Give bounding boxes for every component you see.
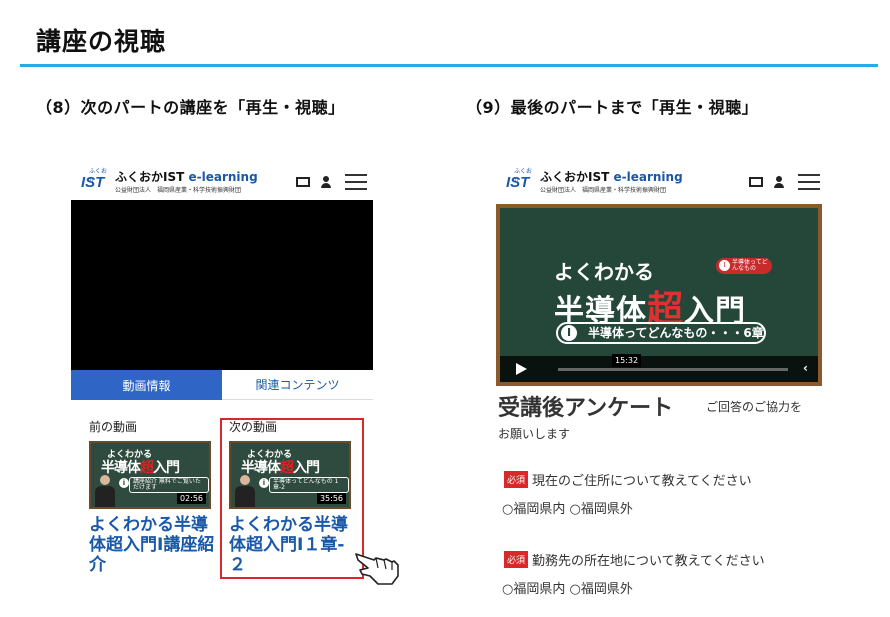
logo-ist-text: IST — [81, 174, 105, 191]
site-logo[interactable]: ふくおか IST ふくおかIST e-learning 公益財団法人 福岡県産業… — [81, 166, 258, 196]
tab-related-content[interactable]: 関連コンテンツ — [222, 370, 373, 400]
slide-title: 講座の視聴 — [36, 27, 167, 56]
next-video-highlight-box — [220, 418, 364, 579]
site-header: ふくおか IST ふくおかIST e-learning 公益財団法人 福岡県産業… — [71, 160, 373, 200]
chapter-number-icon: Ⅰ — [561, 325, 577, 341]
question-text: 勤務先の所在地について教えてください — [532, 554, 765, 569]
radio-options[interactable]: ○福岡県内 ○福岡県外 — [502, 578, 633, 597]
required-badge: 必須 — [504, 471, 529, 488]
survey-note-cont: お願いします — [498, 427, 571, 441]
chapter-banner: Ⅰ 半導体ってどんなもの・・・6章 — [556, 322, 766, 344]
prev-video-thumbnail[interactable]: よくわかる 半導体超入門 i 講座紹介 無料でご覧いただけます 02:56 — [89, 441, 211, 509]
tab-video-info[interactable]: 動画情報 — [71, 370, 222, 400]
chapter-number-icon: i — [119, 478, 129, 488]
thumb-word-b: 超 — [140, 460, 154, 476]
chapter-text: 半導体ってどんなもの・・・6章 — [588, 326, 764, 340]
logo-subtitle: 公益財団法人 福岡県産業・科学技術振興財団 — [540, 187, 667, 194]
title-rule — [20, 64, 878, 67]
video-controls: 15:32 ‹ — [500, 354, 818, 382]
required-badge: 必須 — [504, 551, 529, 568]
thumb-word-c: 入門 — [153, 460, 180, 476]
logo-name: ふくおかIST e-learning — [540, 168, 683, 185]
logo-subtitle: 公益財団法人 福岡県産業・科学技術振興財団 — [115, 187, 242, 194]
logo-name-prefix: ふくおかIST — [540, 170, 610, 184]
step-caption-8: （8）次のパートの講座を「再生・視聴」 — [36, 98, 345, 117]
thumb-subtitle: 講座紹介 無料でご覧いただけます — [129, 477, 209, 493]
logo-name: ふくおかIST e-learning — [115, 168, 258, 185]
step-caption-9: （9）最後のパートまで「再生・視聴」 — [466, 98, 759, 117]
prev-video-title[interactable]: よくわかる半導体超入門Ⅰ講座紹介 — [89, 515, 217, 575]
logo-name-prefix: ふくおかIST — [115, 170, 185, 184]
user-icon[interactable] — [774, 176, 784, 188]
timestamp-tooltip: 15:32 — [612, 354, 642, 367]
ist-logo-mark: ふくおか IST — [506, 166, 536, 196]
site-logo[interactable]: ふくおか IST ふくおかIST e-learning 公益財団法人 福岡県産業… — [506, 166, 683, 196]
logo-name-suffix: e-learning — [613, 170, 683, 184]
chevron-left-icon[interactable]: ‹ — [803, 361, 808, 375]
menu-icon[interactable] — [345, 174, 367, 190]
user-icon[interactable] — [321, 176, 331, 188]
video-duration: 02:56 — [176, 493, 206, 504]
logo-name-suffix: e-learning — [188, 170, 258, 184]
play-icon[interactable] — [516, 363, 527, 375]
content-tabs: 動画情報 関連コンテンツ — [71, 370, 373, 400]
prev-video-label: 前の動画 — [89, 420, 138, 434]
menu-icon[interactable] — [798, 174, 820, 190]
radio-options[interactable]: ○福岡県内 ○福岡県外 — [502, 498, 633, 517]
survey-question: 必須 勤務先の所在地について教えてください — [504, 550, 765, 569]
video-player[interactable]: よくわかる 半導体超入門 半導体ってどんなもの Ⅰ半導体ってどんなもの・・・6章… — [496, 204, 822, 386]
cart-icon[interactable] — [748, 177, 763, 187]
right-screenshot: ふくおか IST ふくおかIST e-learning 公益財団法人 福岡県産業… — [496, 160, 826, 600]
pointing-hand-icon — [355, 553, 399, 585]
lecturer-image — [95, 473, 115, 507]
logo-ist-text: IST — [506, 174, 530, 191]
video-badge: 半導体ってどんなもの — [716, 258, 772, 274]
ist-logo-mark: ふくおか IST — [81, 166, 111, 196]
question-text: 現在のご住所について教えてください — [532, 474, 752, 489]
site-header: ふくおか IST ふくおかIST e-learning 公益財団法人 福岡県産業… — [496, 160, 826, 202]
cart-icon[interactable] — [295, 177, 310, 187]
video-timeline[interactable]: 15:32 — [558, 354, 788, 371]
video-player[interactable] — [71, 200, 373, 370]
survey-note: ご回答のご協力を — [706, 400, 803, 414]
prev-video-card[interactable]: 前の動画 よくわかる 半導体超入門 i 講座紹介 無料でご覧いただけます 02:… — [89, 418, 217, 575]
survey-title: 受講後アンケート — [498, 396, 674, 421]
survey-question: 必須 現在のご住所について教えてください — [504, 470, 752, 489]
